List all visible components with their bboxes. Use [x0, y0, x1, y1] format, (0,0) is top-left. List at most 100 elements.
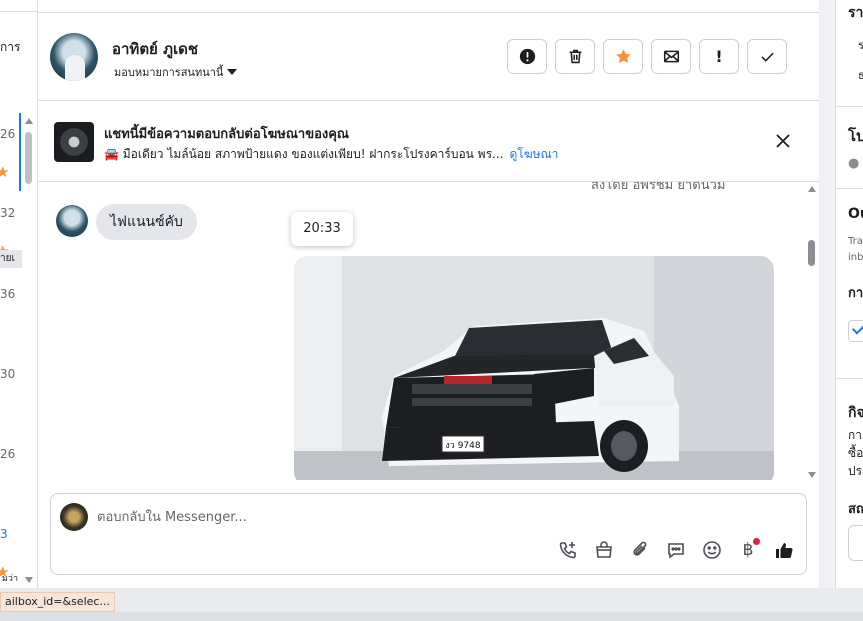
panel-text-fragment: ร — [858, 36, 863, 54]
status-checkbox[interactable] — [848, 320, 863, 342]
avatar[interactable] — [50, 33, 98, 81]
location-pin-icon: ● — [848, 156, 860, 171]
conversation-header: อาทิตย์ ภูเดช มอบหมายการสนทนานี้ ! — [38, 13, 819, 101]
contact-name[interactable]: อาทิตย์ ภูเดช — [112, 37, 198, 61]
check-icon — [760, 52, 774, 62]
message-photo[interactable]: งว 9748 — [294, 256, 774, 480]
shop-button[interactable] — [592, 538, 616, 562]
panel-heading-fragment: Ou — [848, 206, 863, 222]
selected-indicator — [19, 113, 21, 191]
list-top-strip — [0, 0, 37, 12]
attachment-icon — [633, 541, 647, 556]
like-button[interactable] — [772, 538, 796, 562]
sender-avatar[interactable] — [56, 205, 88, 237]
panel-text-fragment: Tra — [848, 236, 863, 247]
assign-dropdown[interactable]: มอบหมายการสนทนานี้ — [114, 63, 238, 81]
panel-gutter — [819, 0, 835, 588]
list-scrollbar[interactable] — [23, 112, 35, 587]
emoji-icon — [703, 541, 721, 559]
mark-spam-button[interactable] — [507, 39, 547, 74]
follow-up-label: ! — [715, 47, 723, 66]
composer-toolbar: ฿ — [556, 538, 796, 562]
saved-replies-button[interactable] — [664, 538, 688, 562]
sent-by-label: ส่งโดย อพิรัชม์ ยำดีน่วม — [591, 182, 726, 193]
list-header-fragment: การ — [0, 40, 21, 54]
license-plate: งว 9748 — [445, 441, 480, 451]
envelope-icon — [663, 50, 679, 63]
list-item-chip: ายเ — [0, 250, 22, 268]
attach-button[interactable] — [628, 538, 652, 562]
emoji-button[interactable] — [700, 538, 724, 562]
conversation-actions: ! — [507, 39, 787, 74]
mark-done-button[interactable] — [747, 39, 787, 74]
ad-thumbnail[interactable] — [54, 122, 94, 162]
mark-unread-button[interactable] — [651, 39, 691, 74]
list-item-time[interactable]: 30 — [0, 367, 15, 381]
list-item-time[interactable]: 32 — [0, 206, 15, 220]
ad-description: 🚘 มือเดียว ไมล์น้อย สภาพป้ายแดง ของแต่งเ… — [104, 147, 504, 161]
star-icon — [615, 49, 631, 64]
exclamation-circle-icon — [519, 48, 535, 65]
panel-text-fragment: กา — [848, 428, 863, 442]
divider — [836, 378, 863, 379]
shopping-bag-icon — [596, 541, 612, 558]
call-icon — [559, 542, 576, 559]
view-ad-link[interactable]: ดูโฆษณา — [509, 145, 558, 164]
scroll-thumb[interactable] — [25, 132, 32, 184]
panel-top-strip — [38, 0, 819, 13]
list-item-time[interactable]: 36 — [0, 287, 15, 301]
follow-up-button[interactable]: ! — [699, 39, 739, 74]
message-composer: ฿ — [50, 493, 807, 575]
thumbs-up-icon — [776, 543, 793, 558]
list-item-time[interactable]: 26 — [0, 127, 15, 141]
ad-reply-banner: แชทนี้มีข้อความตอบกลับต่อโฆษณาของคุณ 🚘 ม… — [38, 101, 819, 182]
ad-banner-title: แชทนี้มีข้อความตอบกลับต่อโฆษณาของคุณ — [104, 127, 349, 142]
taskbar-strip — [0, 612, 863, 621]
details-panel: รา ร ธ โป ● Ou Tra inb กา กิจ กา ซื้อ ปร… — [835, 0, 863, 588]
page-avatar — [60, 503, 88, 531]
panel-text-fragment: ธ — [858, 66, 863, 84]
list-item-time[interactable]: 3 — [0, 527, 8, 541]
thread-scrollbar[interactable] — [806, 182, 818, 480]
panel-text-fragment: inb — [848, 252, 863, 263]
list-item-time[interactable]: 26 — [0, 447, 15, 461]
pickup-truck-image: งว 9748 — [294, 256, 774, 480]
baht-payment-icon: ฿ — [742, 540, 754, 560]
add-button[interactable] — [848, 525, 863, 561]
timestamp-tooltip: 20:33 — [291, 212, 353, 246]
scroll-down-arrow-icon[interactable] — [25, 577, 33, 583]
call-button[interactable] — [556, 538, 580, 562]
notification-dot — [753, 538, 760, 545]
app-window: การ 26 ★ 32 ★ ายเ 36 30 26 3 ★ มว่า อาทิ… — [0, 0, 863, 621]
panel-text-fragment: ซื้อ — [848, 446, 863, 460]
star-icon: ★ — [0, 165, 9, 180]
conversation-list: การ 26 ★ 32 ★ ายเ 36 30 26 3 ★ มว่า — [0, 0, 38, 588]
saved-reply-icon — [668, 543, 684, 559]
scroll-thumb[interactable] — [808, 240, 815, 266]
chevron-down-icon — [227, 69, 238, 75]
star-button[interactable] — [603, 39, 643, 74]
assign-label: มอบหมายการสนทนานี้ — [114, 66, 224, 79]
panel-heading-fragment: โป — [848, 127, 863, 145]
scroll-up-arrow-icon[interactable] — [25, 118, 33, 124]
close-icon[interactable] — [774, 132, 792, 150]
scroll-up-arrow-icon[interactable] — [808, 186, 816, 192]
scroll-down-arrow-icon[interactable] — [808, 472, 816, 478]
reply-input[interactable] — [97, 504, 787, 530]
ad-banner-subtitle: 🚘 มือเดียว ไมล์น้อย สภาพป้ายแดง ของแต่งเ… — [104, 145, 558, 164]
payment-button[interactable]: ฿ — [736, 538, 760, 562]
trash-icon — [569, 49, 581, 64]
status-url: ailbox_id=&selec... — [0, 592, 115, 612]
panel-text-fragment: ประ — [848, 464, 863, 478]
message-thread: ส่งโดย อพิรัชม์ ยำดีน่วม ไฟแนนซ์คับ งว 9… — [38, 182, 819, 480]
panel-heading-fragment: รา — [848, 5, 863, 21]
list-item-fragment: มว่า — [2, 574, 19, 584]
panel-label-fragment: สถ — [848, 502, 863, 517]
conversation-panel: อาทิตย์ ภูเดช มอบหมายการสนทนานี้ ! แชทนี… — [38, 0, 819, 588]
delete-button[interactable] — [555, 39, 595, 74]
divider — [836, 106, 863, 107]
divider — [836, 188, 863, 189]
incoming-message[interactable]: ไฟแนนซ์คับ — [96, 204, 197, 240]
panel-label-fragment: กา — [848, 286, 863, 301]
panel-heading-fragment: กิจ — [848, 405, 863, 421]
